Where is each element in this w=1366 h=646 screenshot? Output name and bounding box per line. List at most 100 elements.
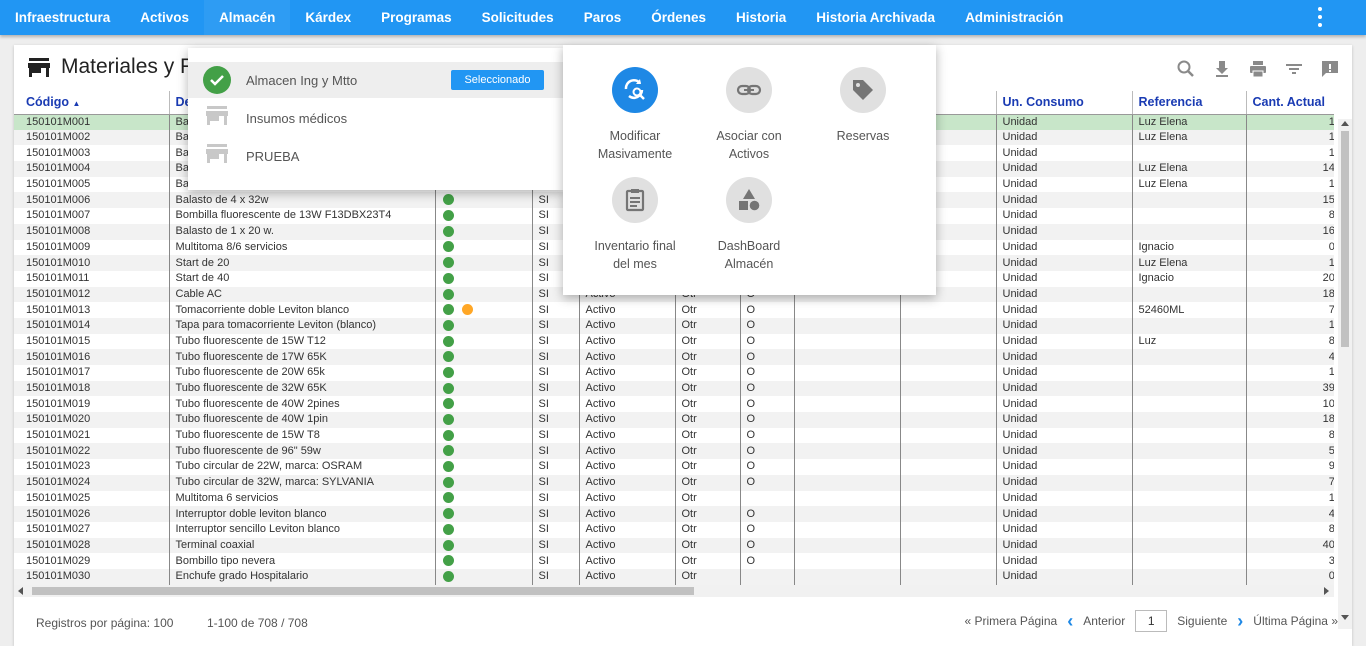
filter-icon[interactable]: [1284, 59, 1304, 79]
table-row[interactable]: 150101M025 Multitoma 6 servicios SI Activo O…: [14, 490, 1334, 507]
nav-paros[interactable]: Paros: [569, 0, 637, 35]
table-cell: 150101M015: [26, 334, 91, 347]
col-codigo[interactable]: Código ▲: [14, 91, 169, 115]
more-vert-icon[interactable]: [1310, 6, 1330, 28]
table-cell: [739, 490, 794, 507]
table-cell: Activo: [578, 553, 675, 569]
col-cant-actual[interactable]: Cant. Actual: [1245, 91, 1334, 115]
print-icon[interactable]: [1248, 59, 1268, 79]
warehouse-item-almacen-ing-mtto[interactable]: Almacen Ing y Mtto Seleccionado: [188, 62, 563, 98]
nav-administracion[interactable]: Administración: [950, 0, 1078, 35]
table-cell: 4.0: [1245, 506, 1334, 522]
table-row[interactable]: 150101M026 Interruptor doble leviton blan…: [14, 506, 1334, 522]
col-referencia[interactable]: Referencia: [1131, 91, 1246, 115]
table-cell: [1131, 192, 1246, 209]
nav-ordenes[interactable]: Órdenes: [636, 0, 721, 35]
action-inventario-final[interactable]: Inventario final del mes: [578, 177, 692, 273]
nav-solicitudes[interactable]: Solicitudes: [467, 0, 569, 35]
action-dashboard-almacen[interactable]: DashBoard Almacén: [692, 177, 806, 273]
horizontal-scrollbar[interactable]: [14, 585, 1334, 597]
scroll-left-arrow[interactable]: [18, 587, 23, 595]
nav-activos[interactable]: Activos: [125, 0, 204, 35]
table-row[interactable]: 150101M030 Enchufe grado Hospitalario SI Ac…: [14, 568, 1334, 585]
table-cell: Tubo fluorescente de 17W 65K: [168, 349, 435, 365]
table-cell: 150101M027: [26, 523, 91, 536]
table-row[interactable]: 150101M022 Tubo fluorescente de 96" 59w SI…: [14, 443, 1334, 460]
table-cell: Balasto de 4 x 32w: [168, 192, 435, 209]
table-row[interactable]: 150101M027 Interruptor sencillo Leviton b…: [14, 521, 1334, 538]
next-page-link[interactable]: Siguiente: [1177, 614, 1227, 628]
action-reservas[interactable]: Reservas: [806, 67, 920, 145]
nav-historia-archivada[interactable]: Historia Archivada: [801, 0, 950, 35]
page-title: Materiales y Re: [61, 55, 207, 78]
action-asociar-activos[interactable]: Asociar con Activos: [692, 67, 806, 163]
table-row[interactable]: 150101M029 Bombillo tipo nevera SI Activo Ot…: [14, 553, 1334, 569]
check-circle-icon: [203, 66, 231, 94]
table-row[interactable]: 150101M018 Tubo fluorescente de 32W 65K SI…: [14, 380, 1334, 397]
table-row[interactable]: 150101M024 Tubo circular de 32W, marca: S…: [14, 474, 1334, 491]
table-row[interactable]: 150101M021 Tubo fluorescente de 15W T8 SI A…: [14, 427, 1334, 444]
table-cell: [434, 333, 532, 350]
first-page-link[interactable]: « Primera Página: [964, 614, 1057, 628]
records-per-page[interactable]: Registros por página: 100: [36, 616, 173, 630]
table-cell: 150101M008: [14, 223, 169, 240]
table-cell: SI: [531, 474, 579, 491]
vertical-scrollbar[interactable]: [1338, 119, 1352, 629]
table-cell: Start de 20: [168, 255, 435, 271]
table-cell: Activo: [578, 380, 675, 397]
nav-programas[interactable]: Programas: [366, 0, 467, 35]
status-green-icon: [442, 570, 454, 582]
table-row[interactable]: 150101M019 Tubo fluorescente de 40W 2pine…: [14, 396, 1334, 413]
nav-infraestructura[interactable]: Infraestructura: [0, 0, 125, 35]
table-cell: [899, 553, 996, 569]
table-cell: Tubo fluorescente de 15W T8: [168, 427, 435, 444]
table-cell: [793, 427, 900, 444]
table-cell: 18.0: [1245, 412, 1334, 428]
table-cell: Unidad: [995, 208, 1132, 224]
chevron-left-icon[interactable]: ‹: [1067, 611, 1073, 631]
table-cell: [434, 506, 532, 522]
table-row[interactable]: 150101M014 Tapa para tomacorriente Levito…: [14, 317, 1334, 334]
search-icon[interactable]: [1176, 59, 1196, 79]
table-cell: Activo: [578, 333, 675, 350]
warehouse-item-prueba[interactable]: PRUEBA: [188, 138, 563, 174]
table-cell: [434, 270, 532, 287]
status-green-icon: [442, 225, 454, 237]
chevron-right-icon[interactable]: ›: [1237, 611, 1243, 631]
table-cell: [899, 365, 996, 381]
action-modificar-masivamente[interactable]: Modificar Masivamente: [578, 67, 692, 163]
last-page-link[interactable]: Última Página »: [1253, 614, 1338, 628]
table-row[interactable]: 150101M016 Tubo fluorescente de 17W 65K SI…: [14, 349, 1334, 365]
table-row[interactable]: 150101M028 Terminal coaxial SI Activo Otr O Un…: [14, 537, 1334, 554]
table-row[interactable]: 150101M013 Tomacorriente doble Leviton bl…: [14, 302, 1334, 318]
nav-kardex[interactable]: Kárdex: [290, 0, 366, 35]
table-cell: 18.0: [1245, 286, 1334, 303]
table-cell: 9.0: [1245, 459, 1334, 475]
scroll-thumb-vertical[interactable]: [1341, 131, 1349, 347]
warehouse-item-insumos-medicos[interactable]: Insumos médicos: [188, 100, 563, 136]
page-number-input[interactable]: [1135, 610, 1168, 632]
table-cell: 150101M020: [14, 412, 169, 428]
table-row[interactable]: 150101M015 Tubo fluorescente de 15W T12 SI…: [14, 333, 1334, 350]
status-green-icon: [442, 476, 454, 488]
nav-almacen[interactable]: Almacén: [204, 0, 291, 35]
table-cell: Unidad: [995, 161, 1132, 177]
col-un-consumo[interactable]: Un. Consumo: [995, 91, 1132, 115]
table-cell: Otr: [674, 349, 740, 365]
table-cell: 14.0: [1245, 161, 1334, 177]
download-icon[interactable]: [1212, 59, 1232, 79]
scroll-thumb-horizontal[interactable]: [32, 587, 694, 595]
table-row[interactable]: 150101M023 Tubo circular de 22W, marca: O…: [14, 459, 1334, 475]
scroll-up-arrow[interactable]: [1341, 121, 1349, 126]
table-cell: 150101M004: [14, 161, 169, 177]
table-cell: Otr: [674, 333, 740, 350]
nav-historia[interactable]: Historia: [721, 0, 801, 35]
table-cell: Activo: [578, 302, 675, 318]
table-row[interactable]: 150101M020 Tubo fluorescente de 40W 1pin S…: [14, 412, 1334, 428]
status-green-icon: [442, 492, 454, 504]
scroll-right-arrow[interactable]: [1324, 587, 1329, 595]
table-row[interactable]: 150101M017 Tubo fluorescente de 20W 65k SI…: [14, 365, 1334, 381]
table-cell: SI: [531, 365, 579, 381]
previous-page-link[interactable]: Anterior: [1083, 614, 1125, 628]
feedback-icon[interactable]: [1320, 59, 1340, 79]
